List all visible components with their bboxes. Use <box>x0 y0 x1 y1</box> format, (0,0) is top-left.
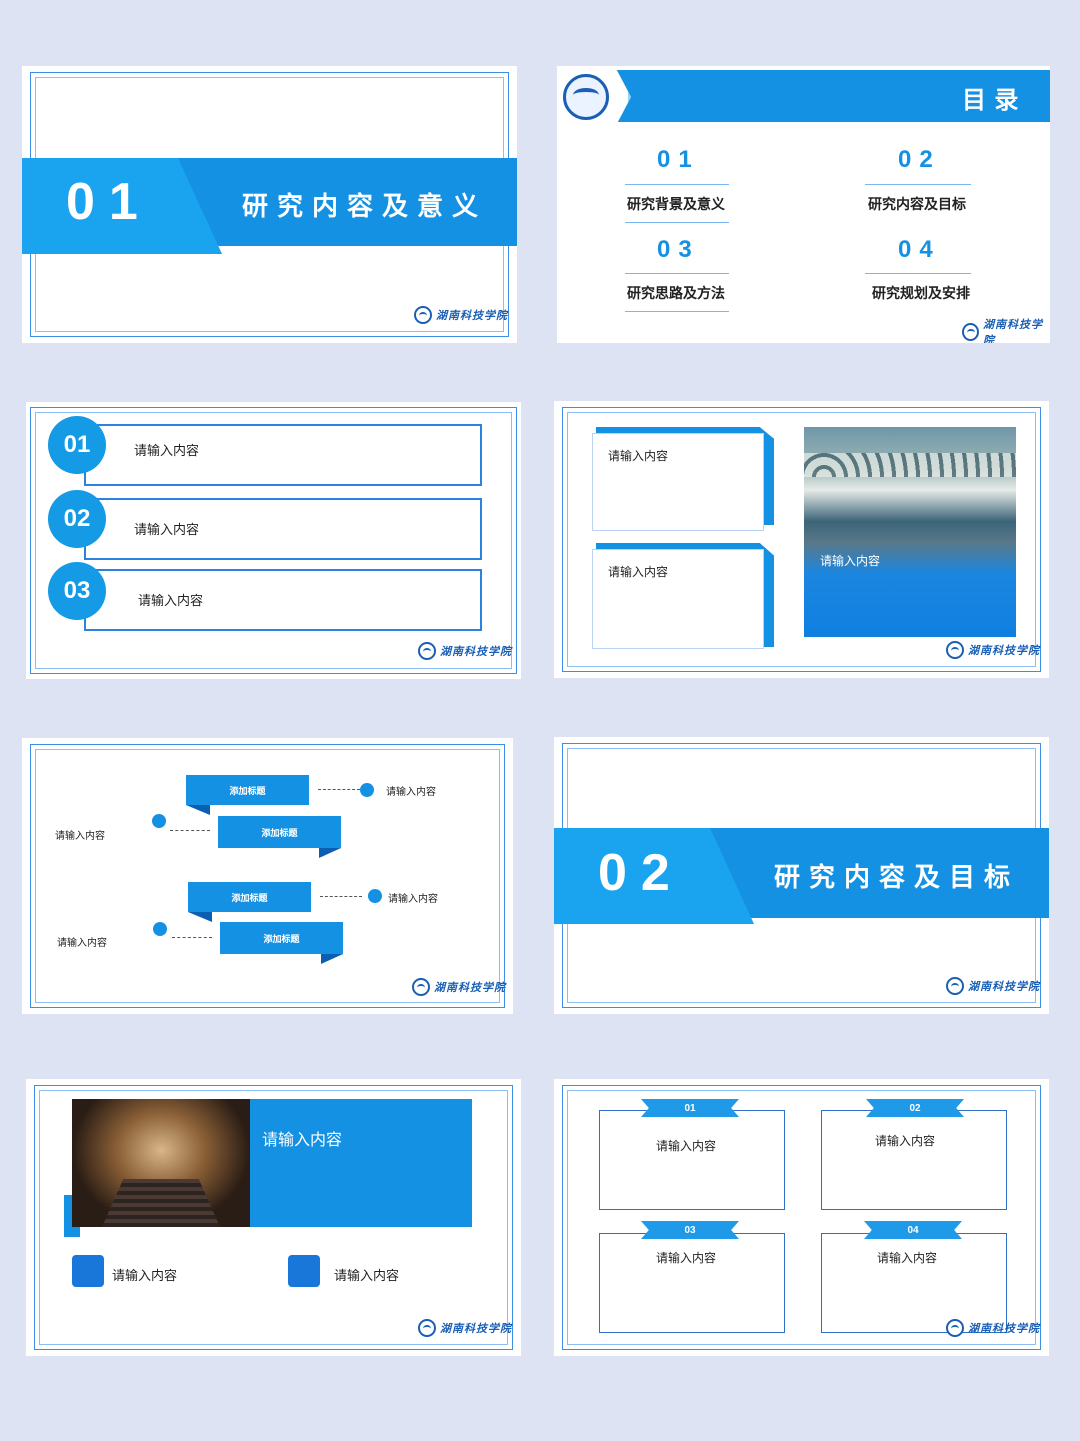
toc-line <box>625 184 729 185</box>
toc-line <box>865 273 971 274</box>
ribbon-title-2[interactable]: 添加标题 <box>218 816 341 848</box>
banner-text: 请输入内容 <box>262 1130 343 1149</box>
bullet-dot <box>152 814 166 828</box>
section-number: 02 <box>598 844 684 902</box>
row-number-02: 02 <box>48 490 106 548</box>
box-tag-01: 01 <box>641 1099 739 1117</box>
info-box-02[interactable] <box>821 1110 1007 1210</box>
logo-text: 湖南科技学院 <box>436 309 508 322</box>
ribbon-title-3[interactable]: 添加标题 <box>188 882 311 912</box>
school-logo: 湖南科技学院 <box>962 316 1050 343</box>
row-number-01: 01 <box>48 416 106 474</box>
card-1-text: 请输入内容 <box>608 449 669 463</box>
slide-four-boxes[interactable]: 01 请输入内容 02 请输入内容 03 请输入内容 04 请输入内容 湖南科技… <box>554 1079 1049 1356</box>
school-emblem-icon <box>414 306 432 324</box>
logo-text: 湖南科技学院 <box>968 980 1040 993</box>
school-logo: 湖南科技学院 <box>946 641 1040 659</box>
toc-item-01[interactable]: 研究背景及意义 <box>627 194 725 214</box>
slide-numbered-list[interactable]: 01 请输入内容 02 请输入内容 03 请输入内容 湖南科技学院 <box>26 402 521 679</box>
section-title: 研究内容及意义 <box>242 192 488 222</box>
school-emblem-icon <box>412 978 430 996</box>
toc-line <box>625 311 729 312</box>
logo-text: 湖南科技学院 <box>440 1322 512 1335</box>
info-box-04[interactable] <box>821 1233 1007 1333</box>
toc-item-02[interactable]: 研究内容及目标 <box>868 194 966 214</box>
box-text-04: 请输入内容 <box>877 1251 938 1265</box>
school-logo: 湖南科技学院 <box>412 978 506 996</box>
logo-text: 湖南科技学院 <box>983 318 1044 343</box>
box-text-02: 请输入内容 <box>875 1134 936 1148</box>
document-clock-icon <box>288 1255 320 1287</box>
left-text-1: 请输入内容 <box>55 831 105 842</box>
logo-text: 湖南科技学院 <box>968 644 1040 657</box>
row-number-03: 03 <box>48 562 106 620</box>
logo-text: 湖南科技学院 <box>434 981 506 994</box>
toc-num-03: 03 <box>657 236 700 263</box>
right-text-1: 请输入内容 <box>386 787 436 798</box>
toc-item-03[interactable]: 研究思路及方法 <box>627 283 725 303</box>
photo-caption: 请输入内容 <box>820 554 881 568</box>
bullet-dot <box>368 889 382 903</box>
row-text-01: 请输入内容 <box>134 444 200 459</box>
school-logo: 湖南科技学院 <box>946 1319 1040 1337</box>
toc-num-02: 02 <box>898 146 941 173</box>
box-tag-03: 03 <box>641 1221 739 1239</box>
toc-title: 目 录 <box>962 86 1019 114</box>
slide-toc[interactable]: 目 录 01 研究背景及意义 02 研究内容及目标 03 研究思路及方法 04 … <box>557 66 1050 343</box>
slide-section-01[interactable]: 01 研究内容及意义 湖南科技学院 <box>22 66 517 343</box>
school-emblem-icon <box>946 977 964 995</box>
school-emblem-icon <box>946 641 964 659</box>
section-title: 研究内容及目标 <box>774 863 1020 893</box>
right-text-2: 请输入内容 <box>388 894 438 905</box>
slide-section-02[interactable]: 02 研究内容及目标 湖南科技学院 <box>554 737 1049 1014</box>
slide-cards-photo[interactable]: 请输入内容 请输入内容 请输入内容 湖南科技学院 <box>554 401 1049 678</box>
row-text-02: 请输入内容 <box>134 523 200 538</box>
connector-line <box>320 896 362 897</box>
item-text-1: 请输入内容 <box>112 1269 178 1284</box>
info-box-03[interactable] <box>599 1233 785 1333</box>
ribbon-title-1[interactable]: 添加标题 <box>186 775 309 805</box>
user-group-icon <box>72 1255 104 1287</box>
connector-line <box>318 789 360 790</box>
bridge-image <box>804 453 1016 477</box>
school-emblem-icon <box>418 642 436 660</box>
logo-text: 湖南科技学院 <box>440 645 512 658</box>
box-tag-04: 04 <box>864 1221 962 1239</box>
connector-line <box>172 937 212 938</box>
info-box-01[interactable] <box>599 1110 785 1210</box>
slide-photo-banner[interactable]: 请输入内容 请输入内容 请输入内容 湖南科技学院 <box>26 1079 521 1356</box>
toc-num-04: 04 <box>898 236 941 263</box>
box-text-03: 请输入内容 <box>656 1251 717 1265</box>
section-number: 01 <box>66 173 152 231</box>
item-text-2: 请输入内容 <box>334 1269 400 1284</box>
toc-line <box>625 222 729 223</box>
row-text-03: 请输入内容 <box>138 594 204 609</box>
toc-line <box>625 273 729 274</box>
box-text-01: 请输入内容 <box>656 1139 717 1153</box>
slide-ribbon-flow[interactable]: 添加标题 请输入内容 添加标题 请输入内容 添加标题 请输入内容 添加标题 请输… <box>22 738 513 1014</box>
card-2-text: 请输入内容 <box>608 565 669 579</box>
school-logo: 湖南科技学院 <box>946 977 1040 995</box>
school-logo: 湖南科技学院 <box>414 306 508 324</box>
school-emblem-icon <box>418 1319 436 1337</box>
toc-line <box>865 184 971 185</box>
toc-num-01: 01 <box>657 146 700 173</box>
school-emblem-icon <box>962 323 980 341</box>
school-logo: 湖南科技学院 <box>418 642 512 660</box>
left-text-2: 请输入内容 <box>57 938 107 949</box>
ribbon-title-4[interactable]: 添加标题 <box>220 922 343 954</box>
bullet-dot <box>360 783 374 797</box>
bullet-dot <box>153 922 167 936</box>
school-emblem-icon <box>946 1319 964 1337</box>
emblem-bird-icon <box>573 88 599 102</box>
toc-item-04[interactable]: 研究规划及安排 <box>872 283 970 303</box>
connector-line <box>170 830 210 831</box>
logo-text: 湖南科技学院 <box>968 1322 1040 1335</box>
school-logo: 湖南科技学院 <box>418 1319 512 1337</box>
box-tag-02: 02 <box>866 1099 964 1117</box>
